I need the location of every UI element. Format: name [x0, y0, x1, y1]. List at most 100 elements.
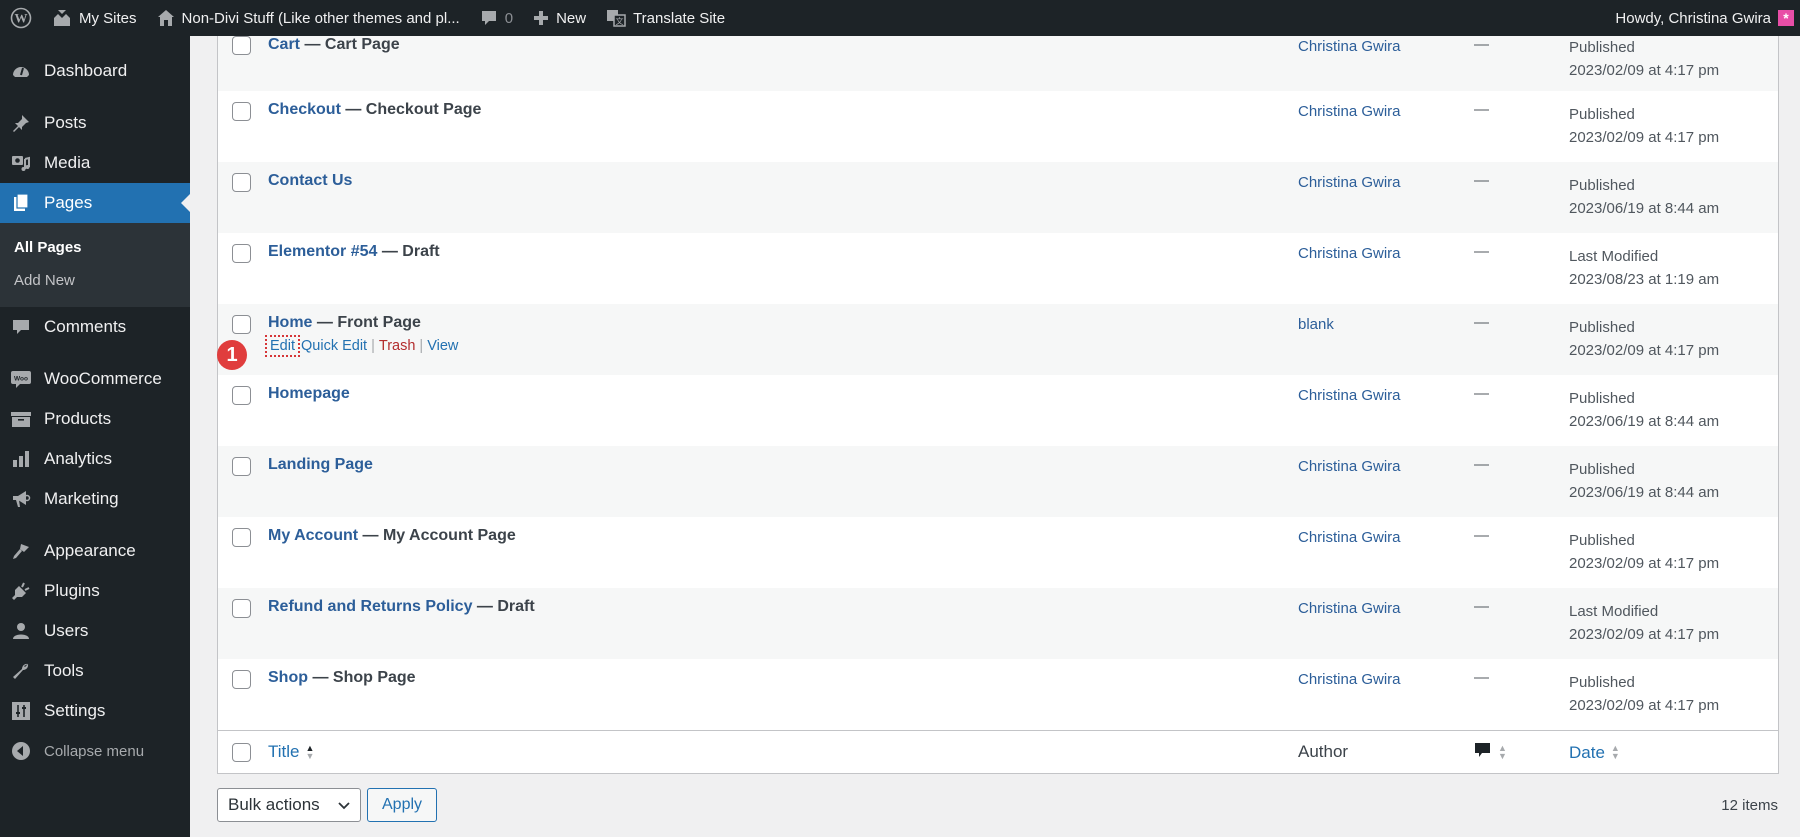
comments-count: — — [1474, 36, 1489, 53]
translate-site-menu[interactable]: 文 Translate Site — [596, 0, 735, 36]
media-icon — [10, 152, 32, 174]
page-state: — Cart Page — [304, 36, 400, 53]
sidebar-item-appearance[interactable]: Appearance — [0, 531, 190, 571]
author-link[interactable]: Christina Gwira — [1298, 671, 1401, 688]
row-actions: Edit Quick Edit | Trash | View — [265, 335, 1298, 357]
author-link[interactable]: Christina Gwira — [1298, 387, 1401, 404]
sidebar-label: WooCommerce — [44, 369, 162, 388]
home-icon — [157, 9, 175, 27]
bulk-actions-value: Bulk actions — [228, 795, 320, 814]
wp-logo-menu[interactable]: W — [0, 0, 42, 36]
pages-table: Cart — Cart Page Christina Gwira — Publi… — [217, 36, 1779, 774]
account-menu[interactable]: Howdy, Christina Gwira * — [1605, 0, 1800, 36]
comments-count: — — [1474, 243, 1489, 260]
sidebar-item-analytics[interactable]: Analytics — [0, 439, 190, 479]
sidebar-item-posts[interactable]: Posts — [0, 103, 190, 143]
sort-by-title[interactable]: Title — [268, 742, 300, 762]
author-link[interactable]: Christina Gwira — [1298, 103, 1401, 120]
page-title-link[interactable]: Elementor #54 — [268, 243, 377, 260]
plus-icon — [533, 10, 549, 26]
collapse-label: Collapse menu — [44, 742, 145, 760]
row-checkbox[interactable] — [232, 102, 251, 121]
post-status: Published — [1569, 39, 1635, 56]
sliders-icon — [10, 700, 32, 722]
view-link[interactable]: View — [427, 338, 458, 354]
row-checkbox[interactable] — [232, 670, 251, 689]
page-title-link[interactable]: My Account — [268, 527, 358, 544]
page-title-link[interactable]: Landing Page — [268, 456, 373, 473]
post-date: 2023/02/09 at 4:17 pm — [1569, 129, 1720, 146]
sort-by-comments[interactable]: ▲ ▼ — [1466, 741, 1569, 763]
row-checkbox[interactable] — [232, 386, 251, 405]
table-footer: Title ▲ ▼ Author ▲ ▼ Date ▲ ▼ — [218, 730, 1778, 773]
author-link[interactable]: Christina Gwira — [1298, 529, 1401, 546]
trash-link[interactable]: Trash — [379, 338, 416, 354]
comments-menu[interactable]: 0 — [470, 0, 523, 36]
comments-count: 0 — [504, 9, 514, 27]
edit-link[interactable]: Edit — [265, 335, 300, 357]
row-checkbox[interactable] — [232, 36, 251, 55]
sidebar-item-comments[interactable]: Comments — [0, 307, 190, 347]
comments-count: — — [1474, 101, 1489, 118]
row-checkbox[interactable] — [232, 528, 251, 547]
author-link[interactable]: Christina Gwira — [1298, 245, 1401, 262]
author-link[interactable]: Christina Gwira — [1298, 174, 1401, 191]
sidebar-label: Marketing — [44, 489, 119, 508]
author-link[interactable]: Christina Gwira — [1298, 458, 1401, 475]
sidebar-item-plugins[interactable]: Plugins — [0, 571, 190, 611]
sidebar-item-users[interactable]: Users — [0, 611, 190, 651]
table-row: My Account — My Account Page Christina G… — [218, 517, 1778, 588]
page-title-link[interactable]: Cart — [268, 36, 300, 53]
post-date: 2023/08/23 at 1:19 am — [1569, 271, 1720, 288]
sidebar-item-pages[interactable]: Pages — [0, 183, 190, 223]
sort-by-date[interactable]: Date — [1569, 741, 1605, 764]
author-link[interactable]: Christina Gwira — [1298, 38, 1401, 55]
new-content-menu[interactable]: New — [523, 0, 596, 36]
sidebar-item-products[interactable]: Products — [0, 399, 190, 439]
apply-button[interactable]: Apply — [367, 788, 438, 822]
post-date: 2023/02/09 at 4:17 pm — [1569, 555, 1720, 572]
post-date: 2023/06/19 at 8:44 am — [1569, 200, 1720, 217]
page-title-link[interactable]: Contact Us — [268, 172, 352, 189]
post-status: Published — [1569, 461, 1635, 478]
author-link[interactable]: Christina Gwira — [1298, 600, 1401, 617]
post-date: 2023/02/09 at 4:17 pm — [1569, 62, 1720, 79]
sidebar-item-tools[interactable]: Tools — [0, 651, 190, 691]
sidebar-item-media[interactable]: Media — [0, 143, 190, 183]
submenu-add-new[interactable]: Add New — [0, 264, 190, 297]
author-link[interactable]: blank — [1298, 316, 1334, 333]
comments-count: — — [1474, 456, 1489, 473]
page-title-link[interactable]: Homepage — [268, 385, 350, 402]
row-checkbox[interactable] — [232, 315, 251, 334]
page-title-link[interactable]: Home — [268, 314, 312, 331]
select-all-checkbox[interactable] — [232, 742, 251, 762]
comment-icon — [10, 316, 32, 338]
row-checkbox[interactable] — [232, 457, 251, 476]
collapse-menu-button[interactable]: Collapse menu — [0, 731, 190, 771]
page-title-link[interactable]: Refund and Returns Policy — [268, 598, 472, 615]
site-name-menu[interactable]: Non-Divi Stuff (Like other themes and pl… — [147, 0, 470, 36]
page-title-link[interactable]: Checkout — [268, 101, 341, 118]
sidebar-label: Pages — [44, 193, 93, 212]
row-checkbox[interactable] — [232, 244, 251, 263]
sidebar-item-settings[interactable]: Settings — [0, 691, 190, 731]
separator: | — [419, 338, 424, 354]
site-name-label: Non-Divi Stuff (Like other themes and pl… — [181, 9, 460, 27]
sidebar-item-marketing[interactable]: Marketing — [0, 479, 190, 519]
wrench-icon — [10, 660, 32, 682]
page-title-link[interactable]: Shop — [268, 669, 308, 686]
quick-edit-link[interactable]: Quick Edit — [301, 338, 367, 354]
sidebar-label: Settings — [44, 701, 106, 720]
user-icon — [10, 620, 32, 642]
submenu-all-pages[interactable]: All Pages — [0, 231, 190, 264]
post-status: Published — [1569, 177, 1635, 194]
my-sites-menu[interactable]: My Sites — [42, 0, 147, 36]
comments-count: — — [1474, 314, 1489, 331]
sidebar-item-dashboard[interactable]: Dashboard — [0, 51, 190, 91]
bulk-actions-select[interactable]: Bulk actions — [217, 788, 361, 822]
sidebar-label: Posts — [44, 113, 87, 132]
sidebar-item-woocommerce[interactable]: Woo WooCommerce — [0, 359, 190, 399]
post-status: Last Modified — [1569, 248, 1659, 265]
row-checkbox[interactable] — [232, 599, 251, 618]
row-checkbox[interactable] — [232, 173, 251, 192]
